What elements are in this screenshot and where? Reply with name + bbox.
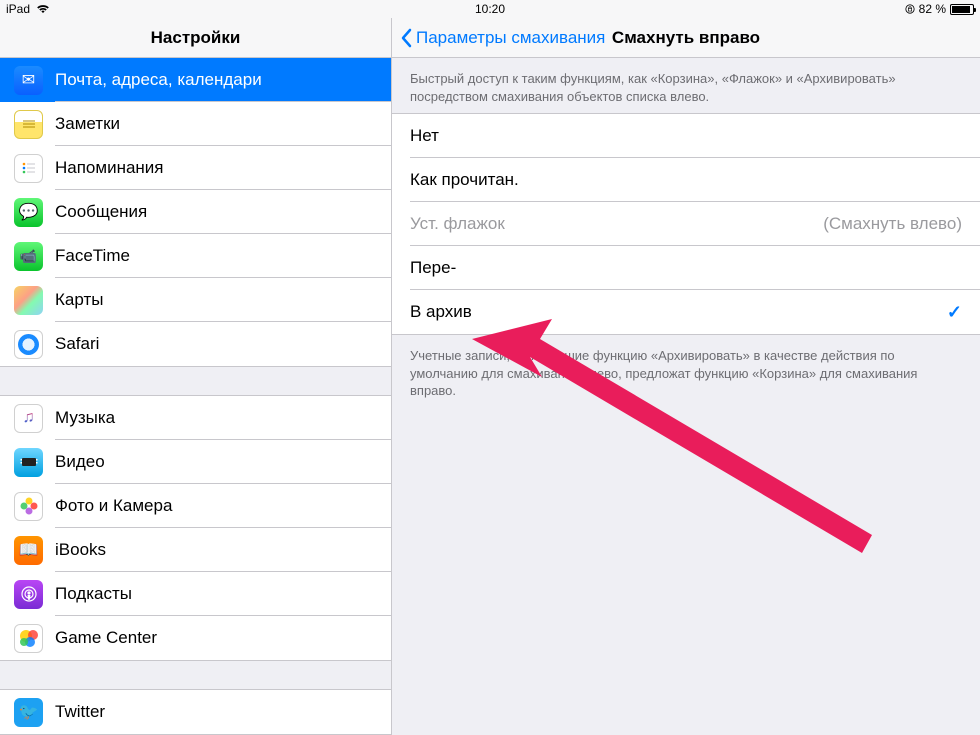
sidebar-item-photos[interactable]: Фото и Камера [0, 484, 391, 528]
sidebar-item-notes[interactable]: Заметки [0, 102, 391, 146]
back-button[interactable]: Параметры смахивания [392, 28, 605, 48]
sidebar-item-safari[interactable]: Safari [0, 322, 391, 366]
nav-bar: Настройки Параметры смахивания Смахнуть … [0, 18, 980, 58]
sidebar-item-video[interactable]: Видео [0, 440, 391, 484]
option-flag: Уст. флажок (Смахнуть влево) [392, 202, 980, 246]
sidebar-item-ibooks[interactable]: 📖 iBooks [0, 528, 391, 572]
nav-detail: Параметры смахивания Смахнуть вправо [392, 18, 980, 57]
sidebar-item-label: Заметки [55, 114, 120, 134]
sidebar-item-label: Twitter [55, 702, 105, 722]
option-label: Уст. флажок [410, 214, 505, 234]
wifi-icon [36, 4, 50, 14]
sidebar-item-music[interactable]: ♫ Музыка [0, 396, 391, 440]
sidebar-item-label: FaceTime [55, 246, 130, 266]
option-subtext: (Смахнуть влево) [823, 214, 962, 234]
podcasts-icon [14, 580, 43, 609]
reminders-icon [14, 154, 43, 183]
sidebar-item-label: Safari [55, 334, 99, 354]
option-archive[interactable]: В архив ✓ [392, 290, 980, 334]
sidebar-item-messages[interactable]: 💬 Сообщения [0, 190, 391, 234]
page-title-detail: Смахнуть вправо [612, 28, 760, 48]
ibooks-icon: 📖 [14, 536, 43, 565]
battery-percent: 82 % [919, 2, 946, 16]
sidebar-group-1: ✉ Почта, адреса, календари Заметки Напом… [0, 58, 391, 367]
sidebar-item-label: Музыка [55, 408, 115, 428]
option-label: Нет [410, 126, 439, 146]
sidebar-item-maps[interactable]: Карты [0, 278, 391, 322]
sidebar-item-label: Видео [55, 452, 105, 472]
nav-master: Настройки [0, 18, 392, 57]
sidebar-item-twitter[interactable]: 🐦 Twitter [0, 690, 391, 734]
sidebar-group-2: ♫ Музыка Видео Фото и Камера 📖 iBooks [0, 395, 391, 661]
sidebar-group-3: 🐦 Twitter [0, 689, 391, 735]
mail-icon: ✉ [14, 66, 43, 95]
sidebar-item-label: Фото и Камера [55, 496, 172, 516]
orientation-lock-icon [905, 4, 915, 14]
messages-icon: 💬 [14, 198, 43, 227]
twitter-icon: 🐦 [14, 698, 43, 727]
photos-icon [14, 492, 43, 521]
status-time: 10:20 [475, 2, 505, 16]
battery-icon [950, 4, 974, 15]
sidebar-item-mail[interactable]: ✉ Почта, адреса, календари [0, 58, 391, 102]
back-label: Параметры смахивания [416, 28, 605, 48]
detail-bottom-hint: Учетные записи, включившие функцию «Архи… [392, 335, 980, 408]
sidebar-item-facetime[interactable]: 📹 FaceTime [0, 234, 391, 278]
option-mark-read[interactable]: Как прочитан. [392, 158, 980, 202]
checkmark-icon: ✓ [947, 302, 962, 323]
sidebar-item-label: Почта, адреса, календари [55, 70, 262, 90]
device-label: iPad [6, 2, 30, 16]
status-left: iPad [6, 2, 50, 16]
body: ✉ Почта, адреса, календари Заметки Напом… [0, 58, 980, 735]
sidebar[interactable]: ✉ Почта, адреса, календари Заметки Напом… [0, 58, 392, 735]
maps-icon [14, 286, 43, 315]
facetime-icon: 📹 [14, 242, 43, 271]
sidebar-item-gamecenter[interactable]: Game Center [0, 616, 391, 660]
gamecenter-icon [14, 624, 43, 653]
chevron-left-icon [400, 28, 412, 48]
video-icon [14, 448, 43, 477]
status-bar: iPad 10:20 82 % [0, 0, 980, 18]
status-right: 82 % [905, 2, 974, 16]
option-label: Пере- [410, 258, 456, 278]
sidebar-item-label: iBooks [55, 540, 106, 560]
detail-pane: Быстрый доступ к таким функциям, как «Ко… [392, 58, 980, 735]
safari-icon [14, 330, 43, 359]
option-label: В архив [410, 302, 472, 322]
sidebar-item-label: Game Center [55, 628, 157, 648]
detail-top-hint: Быстрый доступ к таким функциям, как «Ко… [392, 58, 980, 113]
option-label: Как прочитан. [410, 170, 519, 190]
sidebar-item-label: Напоминания [55, 158, 164, 178]
swipe-options-list: Нет Как прочитан. Уст. флажок (Смахнуть … [392, 113, 980, 335]
option-move[interactable]: Пере- [392, 246, 980, 290]
option-none[interactable]: Нет [392, 114, 980, 158]
sidebar-item-reminders[interactable]: Напоминания [0, 146, 391, 190]
sidebar-item-label: Карты [55, 290, 103, 310]
sidebar-item-label: Подкасты [55, 584, 132, 604]
notes-icon [14, 110, 43, 139]
sidebar-item-podcasts[interactable]: Подкасты [0, 572, 391, 616]
sidebar-item-label: Сообщения [55, 202, 147, 222]
page-title-master: Настройки [151, 28, 241, 48]
music-icon: ♫ [14, 404, 43, 433]
screen: iPad 10:20 82 % Настройки Параметры смах… [0, 0, 980, 735]
